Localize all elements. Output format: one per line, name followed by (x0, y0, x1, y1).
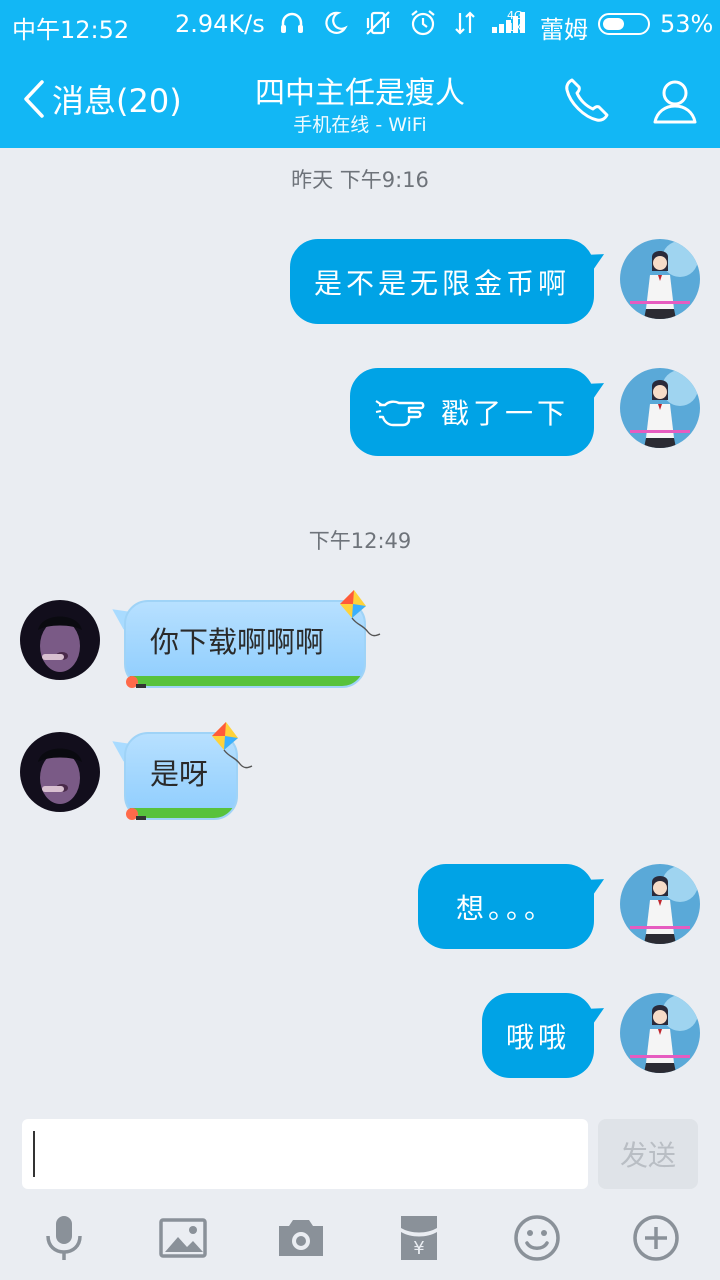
message-input[interactable] (22, 1119, 588, 1189)
message-text: 想。。。 (455, 891, 556, 925)
moon-icon (324, 11, 348, 34)
network-type: 4G 1X (507, 10, 523, 34)
message-text: 是呀 (150, 757, 209, 791)
anime-girl-avatar-image (620, 993, 700, 1073)
call-button[interactable] (560, 74, 614, 128)
message-text: 哦哦 (505, 1020, 570, 1054)
anime-girl-avatar-image (620, 864, 700, 944)
anime-girl-avatar-image (620, 368, 700, 448)
emoji-icon[interactable] (511, 1212, 563, 1264)
svg-text:¥: ¥ (413, 1238, 424, 1259)
message-bubble-outgoing[interactable]: 想。。。 (418, 864, 594, 949)
message-bubble-outgoing[interactable]: 是不是无限金币啊 (290, 239, 594, 324)
poke-hand-icon (375, 400, 425, 427)
timestamp: 昨天 下午9:16 (291, 168, 429, 192)
battery-fill (603, 18, 624, 30)
battery-percent: 53% (660, 10, 714, 38)
camera-icon[interactable] (275, 1212, 327, 1264)
my-avatar[interactable] (620, 864, 700, 944)
alarm-icon (411, 10, 435, 36)
battery-icon (598, 13, 650, 35)
network-speed: 2.94K/s (175, 10, 265, 38)
message-text: 戳了一下 (440, 397, 569, 430)
my-avatar[interactable] (620, 239, 700, 319)
status-icons (278, 8, 530, 37)
mic-icon[interactable] (38, 1212, 90, 1264)
send-button[interactable]: 发送 (598, 1119, 698, 1189)
my-avatar[interactable] (620, 993, 700, 1073)
red-packet-icon[interactable]: ¥ (393, 1212, 445, 1264)
kite-icon (340, 590, 381, 637)
my-avatar[interactable] (620, 368, 700, 448)
message-text: 你下载啊啊啊 (150, 625, 325, 659)
header: 中午12:52 2.94K/s 4G 1X 蕾姆 53% 消息(20) 四中主任是… (0, 0, 720, 148)
contact-photo-image (20, 600, 100, 680)
kite-reel-icon (126, 808, 146, 820)
kite-reel-icon (126, 676, 146, 688)
message-bubble-outgoing[interactable]: 哦哦 (482, 993, 594, 1078)
bubble-grass-decoration (126, 676, 364, 686)
status-time: 中午12:52 (12, 16, 130, 44)
kite-icon (212, 722, 253, 769)
poke-message-bubble[interactable]: 戳了一下 (350, 368, 594, 456)
contact-photo-image (20, 732, 100, 812)
phone-icon (565, 78, 609, 122)
status-bar: 中午12:52 2.94K/s 4G 1X 蕾姆 53% (0, 0, 720, 50)
carrier-name: 蕾姆 (540, 16, 588, 44)
vibrate-off-icon (366, 11, 391, 35)
profile-button[interactable] (648, 74, 702, 128)
input-toolbar: ¥ (0, 1200, 720, 1280)
image-icon[interactable] (157, 1212, 209, 1264)
data-transfer-icon (454, 11, 475, 35)
contact-avatar[interactable] (20, 732, 100, 812)
headphone-icon (281, 12, 303, 33)
chat-nav: 消息(20) 四中主任是瘦人 手机在线 - WiFi (0, 50, 720, 148)
person-icon (653, 80, 697, 124)
network-type-bottom: 1X (507, 21, 523, 34)
plus-icon[interactable] (630, 1212, 682, 1264)
timestamp: 下午12:49 (308, 529, 412, 553)
message-text: 是不是无限金币啊 (313, 266, 570, 300)
text-cursor (33, 1131, 35, 1177)
anime-girl-avatar-image (620, 239, 700, 319)
message-bubble-incoming[interactable]: 你下载啊啊啊 (124, 600, 366, 688)
contact-avatar[interactable] (20, 600, 100, 680)
